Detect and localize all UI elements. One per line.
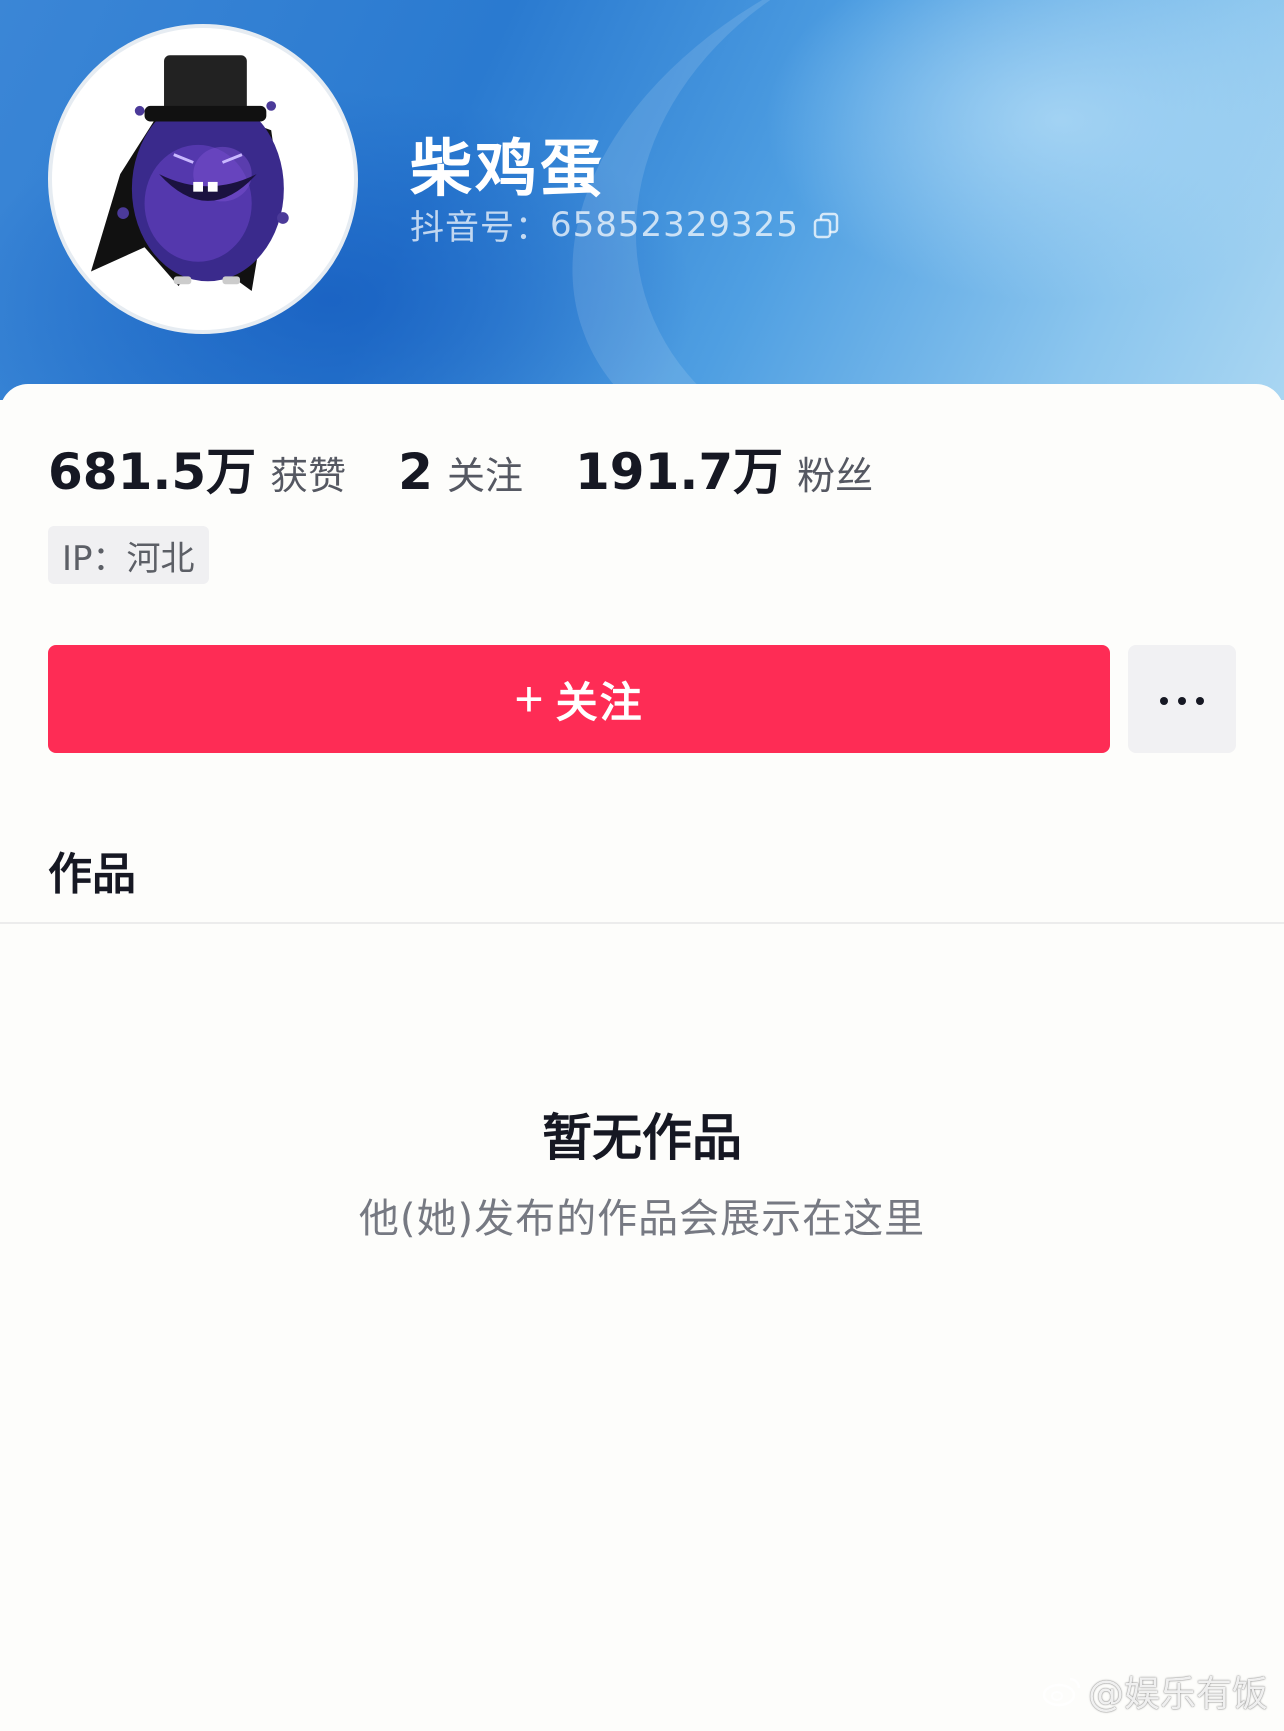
empty-state-title: 暂无作品 (542, 1109, 742, 1167)
weibo-icon (1042, 1677, 1081, 1707)
stat-following-label: 关注 (446, 454, 523, 498)
tab-divider (0, 922, 1284, 924)
stat-followers-label: 粉丝 (797, 454, 874, 498)
follow-button[interactable]: + 关注 (48, 645, 1110, 753)
purple-egg-character-avatar-icon (90, 55, 289, 292)
ip-location-tag: IP：河北 (48, 526, 209, 584)
plus-icon: + (514, 671, 546, 727)
account-id-value: 65852329325 (550, 204, 799, 245)
more-dots-icon (1155, 690, 1209, 709)
follow-button-label: 关注 (555, 678, 644, 726)
empty-state-subtitle: 他(她)发布的作品会展示在这里 (358, 1196, 926, 1242)
profile-nickname: 柴鸡蛋 (410, 132, 606, 205)
stat-likes[interactable]: 681.5万 获赞 (48, 432, 346, 504)
stat-likes-value: 681.5万 (48, 443, 257, 501)
tab-works[interactable]: 作品 (48, 838, 136, 902)
profile-content-card (0, 384, 1284, 1731)
more-button[interactable] (1128, 645, 1236, 753)
avatar[interactable] (48, 24, 358, 334)
stat-followers[interactable]: 191.7万 粉丝 (575, 432, 873, 504)
account-id-row[interactable]: 抖音号： 65852329325 (410, 200, 841, 249)
stat-likes-label: 获赞 (270, 454, 347, 498)
profile-stats: 681.5万 获赞 2 关注 191.7万 粉丝 (48, 432, 925, 504)
stat-followers-value: 191.7万 (574, 443, 784, 501)
watermark-text: @娱乐有饭 (1087, 1674, 1268, 1715)
stat-following[interactable]: 2 关注 (398, 443, 523, 501)
watermark: @娱乐有饭 (1042, 1665, 1268, 1717)
account-id-label: 抖音号： (410, 208, 550, 248)
stat-following-value: 2 (398, 443, 433, 501)
copy-icon[interactable] (811, 210, 841, 240)
